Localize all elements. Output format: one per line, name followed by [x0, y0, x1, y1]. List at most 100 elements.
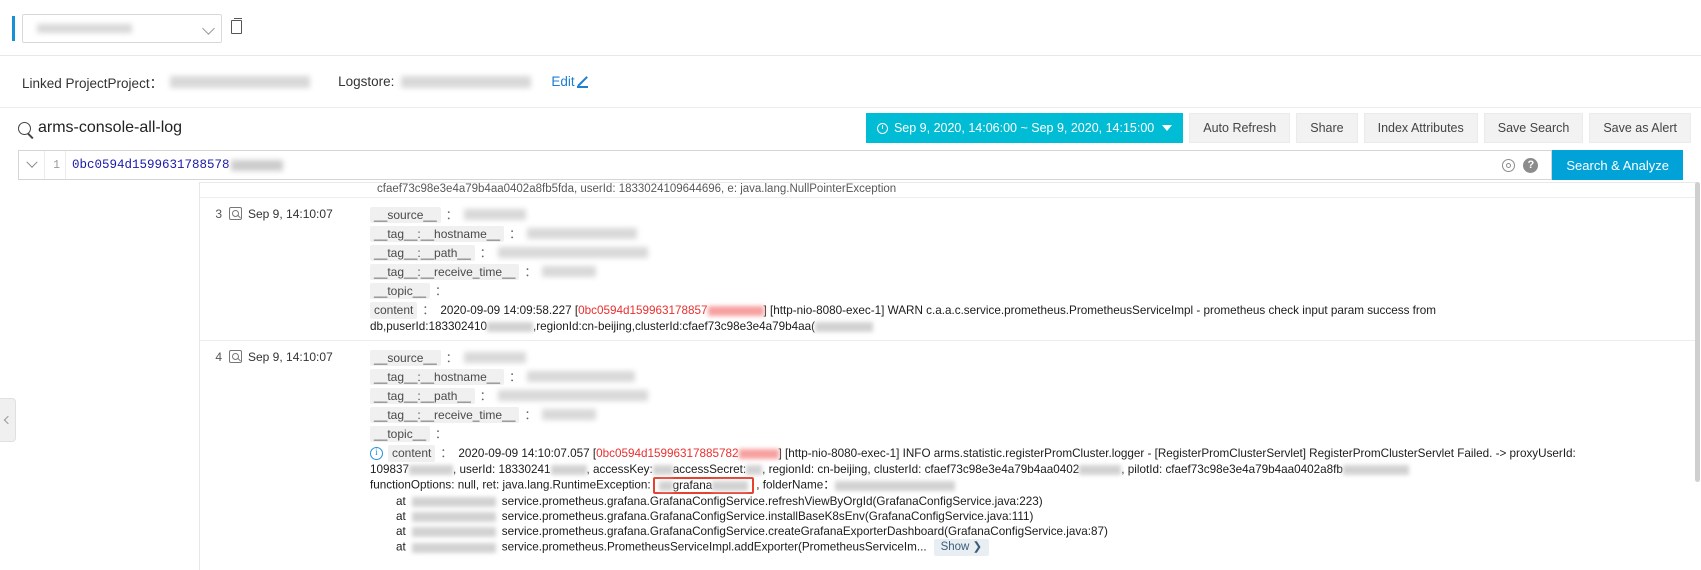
field-colon: ： [479, 389, 492, 403]
field-colon: ： [479, 246, 492, 260]
redacted [658, 480, 673, 491]
query-expand-toggle[interactable] [19, 151, 45, 179]
field-colon: ： [440, 446, 453, 460]
redacted [834, 480, 955, 491]
content-wrap-a: db,puserId:183302410 [370, 320, 487, 333]
field-value-redacted [542, 409, 597, 420]
field-key-path: __tag__:__path__ [370, 387, 475, 404]
field-key-content: content [370, 302, 418, 319]
vertical-scrollbar[interactable] [1695, 182, 1700, 482]
field-colon: ： [422, 303, 435, 317]
log-entry-search-icon-wrap[interactable] [222, 348, 248, 556]
logstore-title: arms-console-all-log [38, 119, 183, 136]
content-wrapped-line-3: functionOptions: null, ret: java.lang.Ru… [370, 477, 1696, 494]
log-entry-search-icon-wrap[interactable] [222, 205, 248, 334]
log-entry-row: 3 Sep 9, 14:10:07 __source__ ： __tag__:_… [200, 197, 1696, 340]
field-key-topic: __topic__ [370, 282, 431, 299]
gear-icon[interactable] [1502, 159, 1516, 172]
clock-icon [876, 122, 888, 134]
field-value-redacted [527, 371, 636, 382]
logstore-label: Logstore: [338, 74, 395, 89]
content-trace-id: 0bc0594d159963178857 [578, 304, 708, 317]
redacted [712, 480, 749, 491]
field-source: __source__ ： [370, 205, 1696, 224]
field-value-redacted [497, 390, 648, 401]
field-value-redacted [542, 266, 597, 277]
content-trace-id: 0bc0594d15996317885782 [596, 447, 739, 460]
chevron-down-icon [1162, 125, 1173, 131]
query-input-box[interactable]: 1 0bc0594d1599631788578 ? [18, 150, 1553, 180]
field-content: i content ： 2020-09-09 14:10:07.057 [0bc… [370, 445, 1696, 462]
share-button[interactable]: Share [1296, 113, 1358, 143]
time-range-picker[interactable]: Sep 9, 2020, 14:06:00 ~ Sep 9, 2020, 14:… [865, 113, 1184, 143]
field-colon: ： [524, 265, 537, 279]
help-icon[interactable]: ? [1523, 158, 1539, 173]
page-title: arms-console-all-log [18, 119, 182, 137]
edit-link-label: Edit [551, 74, 575, 89]
field-key-receive-time: __tag__:__receive_time__ [370, 263, 520, 280]
panel-collapse-handle[interactable] [0, 398, 16, 442]
stack-frame: service.prometheus.PrometheusServiceImpl… [501, 540, 927, 554]
header-toolbar: Sep 9, 2020, 14:06:00 ~ Sep 9, 2020, 14:… [865, 113, 1691, 143]
field-source: __source__ ： [370, 348, 1696, 367]
info-icon: i [370, 447, 383, 460]
field-value-redacted [497, 247, 648, 258]
redacted [550, 464, 587, 475]
project-selector[interactable] [22, 14, 222, 43]
redacted [1079, 464, 1122, 475]
search-analyze-button[interactable]: Search & Analyze [1552, 150, 1683, 180]
stack-at: at [396, 510, 406, 523]
content-wrapped-line-2: 109837 , userId: 18330241 , accessKey: acce… [370, 462, 1696, 477]
content-l2-b: , userId: 18330241 [453, 463, 551, 476]
search-input[interactable]: 0bc0594d1599631788578 [65, 151, 283, 179]
log-search-icon[interactable] [228, 350, 242, 363]
field-key-hostname: __tag__:__hostname__ [370, 225, 505, 242]
linked-project-value-redacted [170, 75, 311, 88]
stack-trace-line: at service.prometheus.grafana.GrafanaConf… [370, 494, 1696, 509]
index-attributes-button[interactable]: Index Attributes [1363, 113, 1478, 143]
content-l2-d: accessSecret: [672, 463, 747, 476]
save-search-button[interactable]: Save Search [1483, 113, 1584, 143]
field-path: __tag__:__path__ ： [370, 243, 1696, 262]
logstore-value-redacted [401, 75, 532, 88]
stack-trace-line: at service.prometheus.grafana.GrafanaConf… [370, 509, 1696, 524]
content-wrapped-line: db,puserId:183302410 ,regionId:cn-beijing… [370, 319, 1696, 334]
content-l3-b: , folderName： [756, 478, 835, 492]
log-entry-fields: __source__ ： __tag__:__hostname__ ： __ta… [370, 348, 1696, 556]
field-hostname: __tag__:__hostname__ ： [370, 367, 1696, 386]
field-colon: ： [435, 284, 448, 298]
redacted [746, 464, 763, 475]
log-search-icon[interactable] [228, 207, 242, 220]
log-entry-number: 4 [215, 350, 222, 364]
stack-frame: service.prometheus.grafana.GrafanaConfig… [501, 525, 1108, 538]
stack-at: at [396, 540, 406, 554]
stack-at: at [396, 525, 406, 538]
show-more-button[interactable]: Show ❯ [933, 539, 990, 556]
stack-trace-line: at service.prometheus.grafana.GrafanaConf… [370, 524, 1696, 539]
field-path: __tag__:__path__ ： [370, 386, 1696, 405]
content-l2-e: , regionId: cn-beijing, clusterId: cfaef… [762, 463, 1080, 476]
content-wrap-redacted [486, 321, 533, 332]
auto-refresh-button[interactable]: Auto Refresh [1189, 113, 1291, 143]
field-colon: ： [445, 208, 458, 222]
stack-at: at [396, 495, 406, 508]
content-l2-c: , accessKey: [586, 463, 653, 476]
save-as-alert-button[interactable]: Save as Alert [1589, 113, 1691, 143]
stack-frame: service.prometheus.grafana.GrafanaConfig… [501, 510, 1034, 523]
copy-icon[interactable] [231, 18, 242, 34]
pencil-icon [576, 76, 589, 88]
field-colon: ： [509, 227, 522, 241]
highlight-box: grafana [652, 477, 755, 494]
field-key-hostname: __tag__:__hostname__ [370, 368, 505, 385]
project-name-redacted [37, 24, 132, 33]
field-key-source: __source__ [370, 349, 441, 366]
redacted [1342, 464, 1409, 475]
query-value-redacted [230, 159, 283, 171]
query-line-number: 1 [53, 158, 60, 172]
field-key-content: content [388, 445, 436, 462]
query-value: 0bc0594d1599631788578 [72, 158, 230, 172]
query-header: arms-console-all-log Sep 9, 2020, 14:06:… [0, 108, 1701, 152]
redacted [411, 511, 496, 522]
edit-link[interactable]: Edit [551, 74, 588, 89]
content-remainder: ] [http-nio-8080-exec-1] INFO arms.stati… [778, 447, 1576, 460]
